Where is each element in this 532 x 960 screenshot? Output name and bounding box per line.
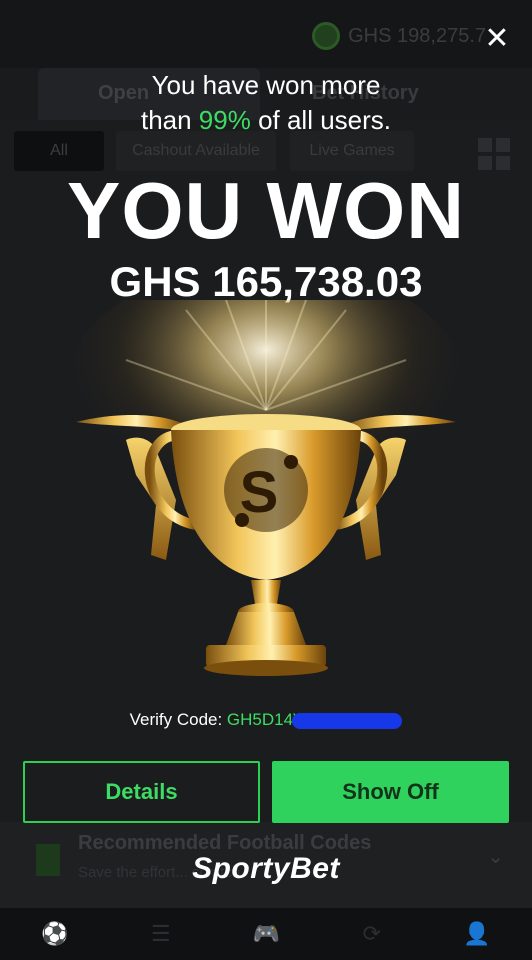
close-button[interactable]: ✕ xyxy=(480,22,514,56)
win-message: You have won more than 99% of all users. xyxy=(0,68,532,138)
line2-suffix: of all users. xyxy=(250,105,392,135)
user-icon: 👤 xyxy=(463,921,491,946)
show-off-button[interactable]: Show Off xyxy=(272,761,509,823)
win-message-line1: You have won more xyxy=(151,70,381,100)
balance-display: GHS 198,275.7 xyxy=(312,22,486,50)
refresh-icon: ⟳ xyxy=(362,921,382,946)
trophy-icon: S xyxy=(56,300,476,676)
line2-prefix: than xyxy=(140,105,199,135)
win-amount: GHS 165,738.03 xyxy=(109,258,423,305)
verify-code-row: Verify Code: GH5D14V xyxy=(0,710,532,730)
balance-text: GHS 198,275.7 xyxy=(348,24,486,47)
coin-icon xyxy=(312,22,341,50)
close-icon: ✕ xyxy=(484,22,510,55)
win-percent: 99% xyxy=(198,105,251,135)
football-icon: ⚽ xyxy=(41,921,69,946)
verify-label: Verify Code: xyxy=(129,710,227,729)
details-button[interactable]: Details xyxy=(23,761,260,823)
list-icon: ☰ xyxy=(150,921,171,946)
you-won-heading: YOU WON xyxy=(66,166,466,255)
bottom-nav: ⚽ ☰ 🎮 ⟳ 👤 xyxy=(0,908,532,960)
sportybet-logo: SportyBet xyxy=(192,852,340,885)
gamepad-icon: 🎮 xyxy=(252,921,281,946)
redaction-mark xyxy=(292,712,403,729)
top-bar: GHS 198,275.7 xyxy=(0,0,532,68)
win-message-line2: than 99% of all users. xyxy=(0,103,532,138)
